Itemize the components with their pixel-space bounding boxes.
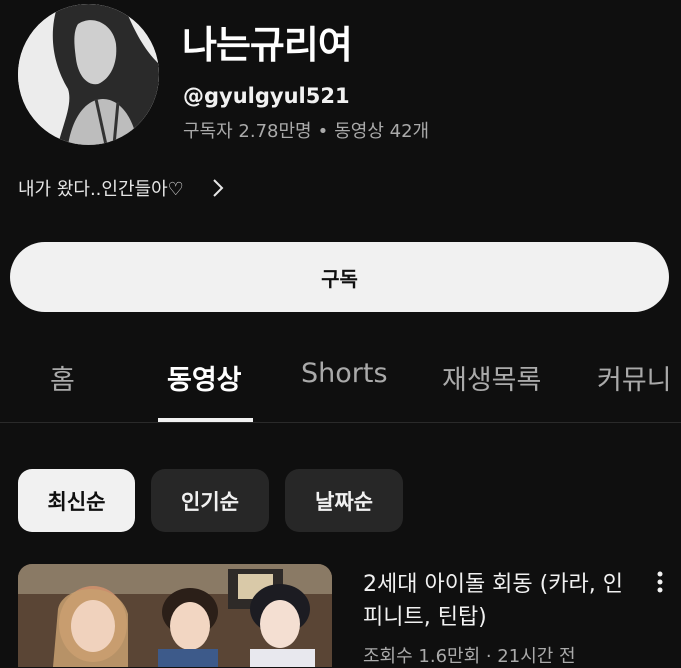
video-thumbnail[interactable] [18, 564, 332, 667]
channel-name: 나는규리여 [182, 23, 353, 67]
channel-description: 내가 왔다..인간들아♡ [18, 179, 184, 200]
filter-chip-popular[interactable]: 인기순 [151, 469, 269, 532]
video-meta: 조회수 1.6만회 · 21시간 전 [363, 646, 576, 667]
tab-videos[interactable]: 동영상 [167, 358, 242, 397]
video-count: 동영상 42개 [334, 121, 430, 142]
more-vert-icon[interactable] [648, 568, 672, 600]
active-tab-indicator [158, 418, 253, 422]
subscribe-button[interactable]: 구독 [10, 242, 669, 312]
channel-tabs: 홈 동영상 Shorts 재생목록 커뮤니 [0, 340, 681, 423]
tab-shorts[interactable]: Shorts [301, 358, 388, 389]
tab-playlists[interactable]: 재생목록 [442, 358, 541, 397]
tab-home[interactable]: 홈 [50, 358, 75, 397]
chevron-right-icon [208, 177, 228, 199]
channel-avatar[interactable] [18, 4, 159, 145]
channel-stats: 구독자 2.78만명 • 동영상 42개 [183, 117, 429, 143]
filter-chip-latest[interactable]: 최신순 [18, 469, 135, 532]
video-title[interactable]: 2세대 아이돌 회동 (카라, 인피니트, 틴탑) [363, 568, 633, 634]
filter-chip-oldest[interactable]: 날짜순 [285, 469, 403, 532]
tab-community[interactable]: 커뮤니 [597, 358, 681, 397]
stats-separator: • [317, 121, 329, 142]
subscriber-count: 구독자 2.78만명 [183, 121, 312, 142]
channel-handle: @gyulgyul521 [183, 84, 350, 108]
channel-description-link[interactable]: 내가 왔다..인간들아♡ [18, 174, 278, 202]
